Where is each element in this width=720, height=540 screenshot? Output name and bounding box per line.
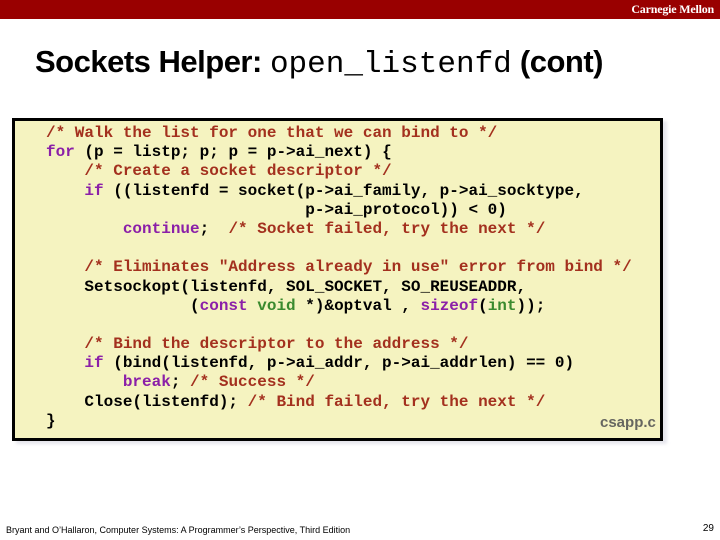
code-text: Close(listenfd); xyxy=(46,392,248,411)
code-text: ((listenfd = socket(p->ai_family, p->ai_… xyxy=(103,181,584,200)
code-comment: /* Socket failed, try the next */ xyxy=(228,219,546,238)
code-text: (p = listp; p; p = p->ai_next) { xyxy=(74,143,392,162)
code-keyword: if xyxy=(84,354,104,373)
code-line: for (p = listp; p; p = p->ai_next) { xyxy=(46,143,632,162)
code-line: } xyxy=(46,412,632,431)
title-code: open_listenfd xyxy=(269,47,512,82)
code-filename: csapp.c xyxy=(600,414,656,431)
page-number: 29 xyxy=(702,523,714,534)
code-line: Setsockopt(listenfd, SOL_SOCKET, SO_REUS… xyxy=(46,278,632,297)
code-comment: /* Create a socket descriptor */ xyxy=(84,162,392,181)
code-comment: /* Success */ xyxy=(190,373,315,392)
code-text: p->ai_protocol)) < 0) xyxy=(46,200,507,219)
code-comment: /* Eliminates "Address already in use" e… xyxy=(84,258,632,277)
code-keyword: break xyxy=(122,373,171,392)
code-line: break; /* Success */ xyxy=(46,373,632,392)
code-keyword: for xyxy=(46,143,75,162)
code-listing: /* Walk the list for one that we can bin… xyxy=(46,124,632,431)
title-suffix: (cont) xyxy=(511,44,604,79)
code-text: Setsockopt(listenfd, SOL_SOCKET, SO_REUS… xyxy=(46,277,527,296)
code-text: ( xyxy=(478,296,488,315)
brand-label: Carnegie Mellon xyxy=(631,2,714,16)
code-text: *)&optval , xyxy=(295,296,421,315)
code-line: /* Eliminates "Address already in use" e… xyxy=(46,258,632,277)
code-text: ; xyxy=(170,373,191,392)
footer-citation: Bryant and O’Hallaron, Computer Systems:… xyxy=(6,525,351,535)
code-comment: /* Bind the descriptor to the address */ xyxy=(84,335,469,354)
code-keyword: const xyxy=(199,296,248,315)
code-type: void xyxy=(257,296,296,315)
slide-title: Sockets Helper: open_listenfd (cont) xyxy=(35,44,603,82)
code-keyword: sizeof xyxy=(420,296,479,315)
code-type: int xyxy=(487,296,517,315)
header-bar: Carnegie Mellon xyxy=(0,0,720,19)
title-prefix: Sockets Helper: xyxy=(35,44,270,79)
code-text: (bind(listenfd, p->ai_addr, p->ai_addrle… xyxy=(103,354,575,373)
code-text: ( xyxy=(46,296,200,315)
code-comment: /* Bind failed, try the next */ xyxy=(247,392,546,411)
code-line: (const void *)&optval , sizeof(int)); xyxy=(46,297,632,316)
code-line: /* Create a socket descriptor */ xyxy=(46,162,632,181)
code-text: ; xyxy=(199,219,229,238)
code-keyword: continue xyxy=(122,219,200,238)
code-keyword: if xyxy=(84,181,104,200)
code-line: /* Walk the list for one that we can bin… xyxy=(46,124,632,143)
code-line: Close(listenfd); /* Bind failed, try the… xyxy=(46,393,632,412)
code-text: } xyxy=(46,411,56,430)
code-line: if (bind(listenfd, p->ai_addr, p->ai_add… xyxy=(46,354,632,373)
code-line: continue; /* Socket failed, try the next… xyxy=(46,220,632,239)
code-line: p->ai_protocol)) < 0) xyxy=(46,201,632,220)
code-line: if ((listenfd = socket(p->ai_family, p->… xyxy=(46,182,632,201)
code-line: /* Bind the descriptor to the address */ xyxy=(46,335,632,354)
code-comment: /* Walk the list for one that we can bin… xyxy=(46,124,498,142)
code-text: )); xyxy=(516,296,546,315)
